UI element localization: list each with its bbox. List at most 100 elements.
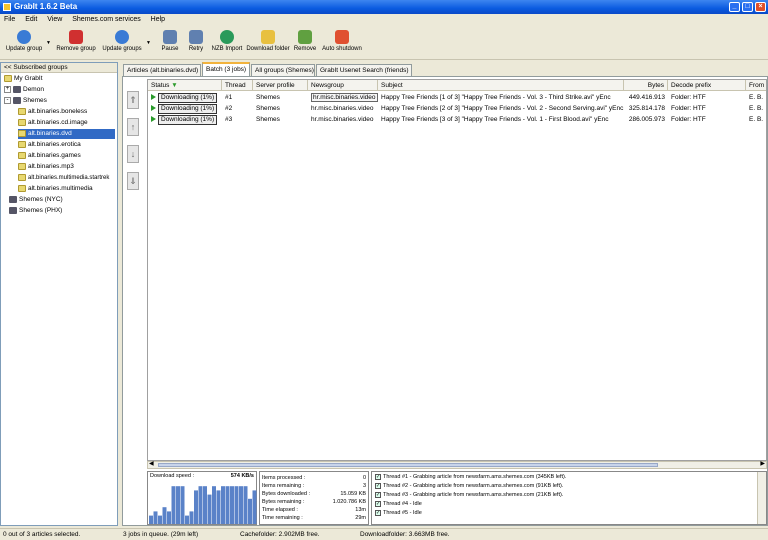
status-cell: Downloading (1%) bbox=[148, 114, 222, 125]
retry-button[interactable]: Retry bbox=[184, 30, 208, 58]
thread-list-scrollbar[interactable] bbox=[757, 472, 766, 524]
thread-cell: #1 bbox=[225, 94, 233, 101]
tree-item-demon[interactable]: + Demon bbox=[4, 85, 44, 95]
decode-cell: Folder: HTF bbox=[671, 116, 706, 123]
auto-shutdown-button[interactable]: Auto shutdown bbox=[320, 30, 364, 58]
update-groups-icon bbox=[115, 30, 129, 44]
pause-button[interactable]: Pause bbox=[158, 30, 182, 58]
thread-item[interactable]: ✓ Thread #3 - Grabbing article from newsf… bbox=[375, 491, 563, 500]
menu-shemes-services[interactable]: Shemes.com services bbox=[68, 14, 144, 26]
menu-help[interactable]: Help bbox=[147, 14, 169, 26]
from-cell: E. B. bbox=[749, 94, 764, 101]
tree-item-group[interactable]: alt.binaries.cd.image bbox=[18, 118, 88, 128]
maximize-button[interactable]: □ bbox=[742, 2, 753, 12]
move-bottom-button[interactable]: ⇓ bbox=[127, 172, 139, 190]
column-header-subject[interactable]: Subject bbox=[378, 80, 624, 91]
status-bar: 0 out of 3 articles selected. 3 jobs in … bbox=[0, 528, 768, 540]
remove-group-button[interactable]: Remove group bbox=[54, 30, 98, 58]
column-header-thread[interactable]: Thread bbox=[222, 80, 253, 91]
column-header-decode-prefix[interactable]: Decode prefix bbox=[668, 80, 746, 91]
group-icon bbox=[18, 184, 26, 192]
group-icon bbox=[18, 129, 26, 137]
scroll-left-icon[interactable]: ◀ bbox=[149, 460, 154, 467]
move-top-button[interactable]: ⇑ bbox=[127, 91, 139, 109]
tree-item-shemes-phx[interactable]: Shemes (PHX) bbox=[9, 206, 62, 216]
expand-icon[interactable]: + bbox=[4, 85, 11, 93]
tree-item-group[interactable]: alt.binaries.multimedia bbox=[18, 184, 93, 194]
folder-icon bbox=[261, 30, 275, 44]
menu-file[interactable]: File bbox=[0, 14, 19, 26]
status-badge: Downloading (1%) bbox=[158, 93, 218, 103]
subject-cell: Happy Tree Friends [1 of 3] "Happy Tree … bbox=[381, 94, 611, 101]
tab-all-groups[interactable]: All groups (Shemes) bbox=[251, 64, 315, 76]
tree-item-group-selected[interactable]: alt.binaries.dvd bbox=[18, 129, 115, 139]
root-folder-icon bbox=[4, 74, 12, 82]
horizontal-scrollbar[interactable]: ◀ ▶ bbox=[147, 461, 767, 469]
thread-item[interactable]: ✓ Thread #5 - Idle bbox=[375, 509, 422, 518]
decode-cell: Folder: HTF bbox=[671, 105, 706, 112]
thread-item[interactable]: ✓ Thread #4 - Idle bbox=[375, 500, 422, 509]
column-header-bytes[interactable]: Bytes bbox=[624, 80, 668, 91]
group-icon bbox=[18, 107, 26, 115]
move-down-button[interactable]: ↓ bbox=[127, 145, 139, 163]
checkbox-checked-icon[interactable]: ✓ bbox=[375, 473, 381, 480]
download-folder-button[interactable]: Download folder bbox=[246, 30, 290, 58]
column-header-newsgroup[interactable]: Newsgroup bbox=[308, 80, 378, 91]
checkbox-checked-icon[interactable]: ✓ bbox=[375, 491, 381, 498]
tree-item-group[interactable]: alt.binaries.multimedia.startrek bbox=[18, 173, 109, 183]
thread-item[interactable]: ✓ Thread #1 - Grabbing article from newsf… bbox=[375, 473, 566, 482]
minimize-button[interactable]: _ bbox=[729, 2, 740, 12]
scroll-thumb[interactable] bbox=[158, 463, 658, 467]
download-speed-graph: Download speed : 574 KB/s bbox=[147, 471, 257, 525]
move-up-icon: ↑ bbox=[130, 122, 136, 132]
checkbox-checked-icon[interactable]: ✓ bbox=[375, 482, 381, 489]
column-header-server-profile[interactable]: Server profile bbox=[253, 80, 308, 91]
tree-item-my-grabit[interactable]: My GrabIt bbox=[4, 74, 43, 84]
info-row: Bytes downloaded :15.059 KB bbox=[262, 491, 366, 497]
menu-edit[interactable]: Edit bbox=[21, 14, 41, 26]
tab-articles[interactable]: Articles (alt.binaries.dvd) bbox=[123, 64, 201, 76]
batch-info-box: Items processed :0 Items remaining :3 By… bbox=[259, 471, 369, 525]
subscribed-groups-panel: << Subscribed groups My GrabIt + Demon -S… bbox=[0, 62, 118, 526]
server-icon bbox=[9, 206, 17, 214]
checkbox-checked-icon[interactable]: ✓ bbox=[375, 500, 381, 507]
app-icon bbox=[3, 3, 11, 11]
column-header-status[interactable]: Status ▼ bbox=[148, 80, 222, 91]
tree-item-group[interactable]: alt.binaries.erotica bbox=[18, 140, 81, 150]
decode-cell: Folder: HTF bbox=[671, 94, 706, 101]
queue-status: 3 jobs in queue. (29m left) bbox=[123, 531, 199, 538]
tree-item-group[interactable]: alt.binaries.games bbox=[18, 151, 81, 161]
tree-item-shemes[interactable]: - Shemes bbox=[4, 96, 47, 106]
group-icon bbox=[18, 151, 26, 159]
newsgroup-cell: hr.misc.binaries.video bbox=[311, 105, 374, 112]
nzb-import-button[interactable]: NZB Import bbox=[210, 30, 244, 58]
update-group-dropdown[interactable]: ▼ bbox=[46, 40, 51, 46]
tree-item-shemes-nyc[interactable]: Shemes (NYC) bbox=[9, 195, 63, 205]
checkbox-checked-icon[interactable]: ✓ bbox=[375, 509, 381, 516]
tab-strip: Articles (alt.binaries.dvd) Batch (3 job… bbox=[122, 62, 768, 76]
remove-button[interactable]: Remove bbox=[292, 30, 318, 58]
play-icon bbox=[151, 94, 156, 101]
update-groups-button[interactable]: Update groups bbox=[100, 30, 144, 58]
update-groups-dropdown[interactable]: ▼ bbox=[146, 40, 151, 46]
speed-bar bbox=[252, 490, 257, 524]
tab-batch[interactable]: Batch (3 jobs) bbox=[202, 62, 250, 76]
thread-cell: #2 bbox=[225, 105, 233, 112]
tree-item-group[interactable]: alt.binaries.boneless bbox=[18, 107, 87, 117]
from-cell: E. B. bbox=[749, 116, 764, 123]
column-header-from[interactable]: From bbox=[746, 80, 766, 91]
collapse-panel-button[interactable]: << bbox=[4, 64, 12, 71]
tree-item-group[interactable]: alt.binaries.mp3 bbox=[18, 162, 74, 172]
server-cell: Shemes bbox=[256, 105, 280, 112]
update-group-button[interactable]: Update group bbox=[4, 30, 44, 58]
collapse-icon[interactable]: - bbox=[4, 96, 11, 104]
speed-bar bbox=[248, 498, 252, 524]
batch-panel: ⇑ ↑ ↓ ⇓ Status ▼ Thread Server profile N… bbox=[122, 76, 768, 526]
thread-status-list: ✓ Thread #1 - Grabbing article from newsf… bbox=[371, 471, 767, 525]
tab-usenet-search[interactable]: GrabIt Usenet Search (friends) bbox=[316, 64, 412, 76]
scroll-right-icon[interactable]: ▶ bbox=[760, 460, 765, 467]
menu-view[interactable]: View bbox=[43, 14, 66, 26]
close-button[interactable]: × bbox=[755, 2, 766, 12]
move-up-button[interactable]: ↑ bbox=[127, 118, 139, 136]
thread-item[interactable]: ✓ Thread #2 - Grabbing article from newsf… bbox=[375, 482, 563, 491]
